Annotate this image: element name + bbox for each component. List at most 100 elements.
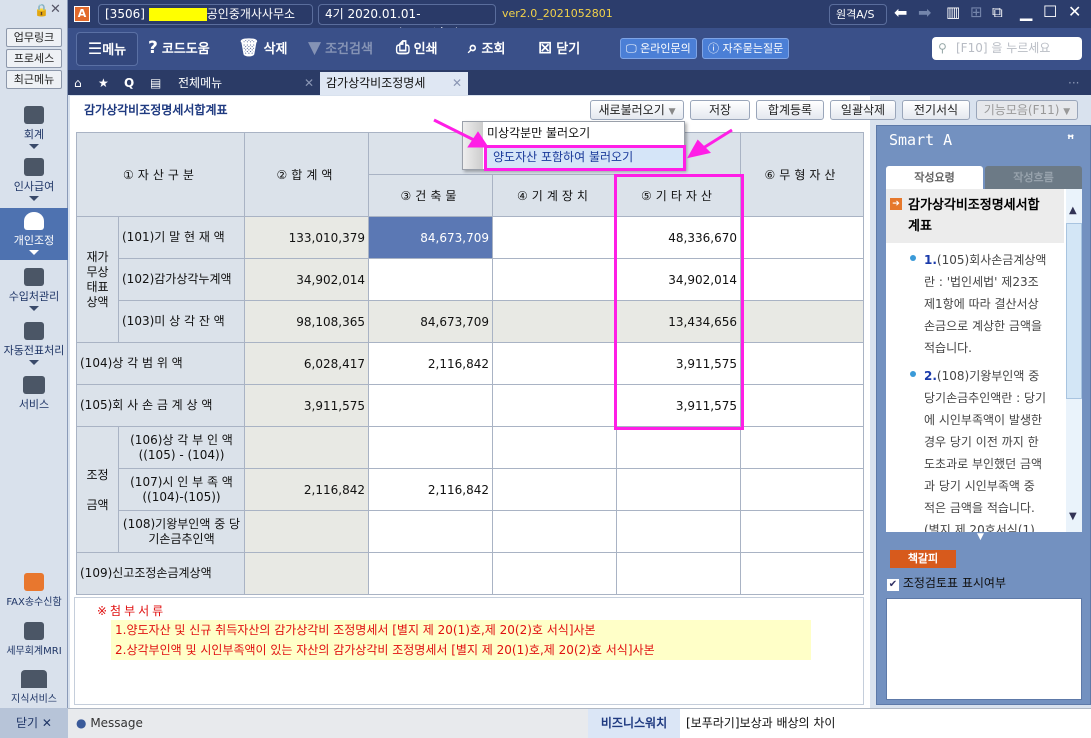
minimize-icon[interactable]: ▁	[1020, 2, 1032, 21]
cell-building[interactable]	[368, 384, 493, 427]
functions-dropdown[interactable]: 기능모음(F11) ▼	[976, 100, 1078, 120]
sidebar-item-accounting[interactable]: 회계	[0, 104, 68, 154]
sidebar-item-service[interactable]: 서비스	[0, 376, 68, 416]
cell-intangible[interactable]	[740, 258, 864, 301]
sidebar-item-auto-voucher[interactable]: 자동전표처리	[0, 318, 68, 368]
cell-other[interactable]	[616, 426, 741, 469]
scroll-up-icon[interactable]: ▲	[1069, 205, 1077, 216]
review-checkbox[interactable]: ✔ 조정검토표 표시여부	[887, 574, 1006, 591]
star-icon[interactable]: ★	[98, 72, 109, 95]
remote-as-button[interactable]: 원격A/S	[829, 4, 887, 25]
cell-total[interactable]: 133,010,379	[244, 216, 369, 259]
cell-machinery[interactable]	[492, 300, 617, 343]
period-selector[interactable]: 4기 2020.01.01-2020.12.31 (2020년도)	[318, 4, 496, 40]
tab-flow[interactable]: 작성흐름	[985, 166, 1082, 189]
cell-total[interactable]: 34,902,014	[244, 258, 369, 301]
company-selector[interactable]: [3506] 공인중개사사무소	[98, 4, 313, 25]
sidebar-item-client-management[interactable]: 수입처관리	[0, 264, 68, 314]
cell-building[interactable]	[368, 552, 493, 595]
sidebar-item-knowledge[interactable]: 지식서비스	[0, 670, 68, 705]
delete-button[interactable]: 🗑 삭제	[238, 38, 288, 60]
e-form-button[interactable]: 전기서식	[902, 100, 970, 120]
cell-machinery[interactable]	[492, 510, 617, 553]
cell-machinery[interactable]	[492, 426, 617, 469]
filter-search-button[interactable]: ▼ 조건검색	[308, 38, 373, 60]
back-arrow-icon[interactable]: ⬅	[894, 3, 907, 22]
faq-button[interactable]: ⓘ 자주묻는질문	[702, 38, 790, 59]
close-icon[interactable]: ✕	[50, 2, 61, 17]
cell-building[interactable]	[368, 258, 493, 301]
home-icon[interactable]: ⌂	[74, 72, 82, 95]
scroll-down-icon[interactable]: ▼	[1069, 511, 1077, 522]
scrollbar[interactable]: ▲ ▼	[1066, 189, 1082, 532]
forward-arrow-icon[interactable]: ➡	[918, 3, 931, 22]
cell-machinery[interactable]	[492, 342, 617, 385]
register-total-button[interactable]: 합계등록	[756, 100, 824, 120]
cell-building[interactable]: 84,673,709	[368, 216, 493, 259]
cell-building[interactable]: 84,673,709	[368, 300, 493, 343]
cell-building[interactable]	[368, 426, 493, 469]
cell-building[interactable]	[368, 510, 493, 553]
search-q-icon[interactable]: Q	[124, 72, 134, 95]
sidebar-item-tax-mri[interactable]: 세무회계MRI	[0, 622, 68, 657]
code-help-button[interactable]: ? 코드도움	[148, 38, 210, 60]
close-tab-icon[interactable]: ✕	[304, 72, 314, 95]
maximize-icon[interactable]: ☐	[1043, 2, 1057, 21]
lock-icon[interactable]: 🔒	[34, 3, 49, 17]
cell-intangible[interactable]	[740, 384, 864, 427]
close-button[interactable]: ⊠ 닫기	[538, 38, 580, 60]
menu-button[interactable]: ☰메뉴	[76, 32, 138, 66]
cell-intangible[interactable]	[740, 426, 864, 469]
tab-all-menu[interactable]: 전체메뉴 ✕	[172, 72, 320, 95]
window-cascade-icon[interactable]: ⧉	[992, 3, 1003, 21]
cell-intangible[interactable]	[740, 552, 864, 595]
pin-icon[interactable]: ꟸ	[1067, 132, 1074, 146]
more-tabs-icon[interactable]: ···	[1068, 72, 1079, 95]
cell-total[interactable]	[244, 426, 369, 469]
cell-intangible[interactable]	[740, 216, 864, 259]
delete-all-button[interactable]: 일괄삭제	[830, 100, 896, 120]
grid-icon[interactable]: ⊞	[970, 3, 983, 21]
cell-total[interactable]: 98,108,365	[244, 300, 369, 343]
sidebar-item-payroll[interactable]: 인사급여	[0, 156, 68, 206]
tab-guide[interactable]: 작성요령	[886, 166, 983, 189]
online-inquiry-button[interactable]: 🖵 온라인문의	[620, 38, 697, 59]
cell-total[interactable]: 6,028,417	[244, 342, 369, 385]
cell-other[interactable]	[616, 468, 741, 511]
sidebar-item-fax[interactable]: FAX송수신함	[0, 573, 68, 608]
work-link-button[interactable]: 업무링크	[6, 28, 62, 47]
menu-search-input[interactable]: ⚲ [F10] 을 누르세요	[932, 37, 1082, 60]
cell-intangible[interactable]	[740, 510, 864, 553]
message-button[interactable]: ● Message	[68, 709, 152, 738]
sidebar-item-personal-adjustment[interactable]: 개인조정	[0, 208, 68, 260]
close-tab-icon[interactable]: ✕	[452, 72, 462, 95]
news-ticker[interactable]: [보푸라기]보상과 배상의 차이	[680, 709, 1091, 738]
cell-building[interactable]: 2,116,842	[368, 468, 493, 511]
calendar-icon[interactable]: ▤	[150, 72, 161, 95]
cell-machinery[interactable]	[492, 384, 617, 427]
close-window-icon[interactable]: ✕	[1068, 2, 1081, 21]
cell-other[interactable]	[616, 510, 741, 553]
lookup-button[interactable]: ⌕ 조회	[468, 38, 505, 60]
cell-intangible[interactable]	[740, 468, 864, 511]
print-button[interactable]: ⎙ 인쇄	[396, 38, 438, 60]
cell-intangible[interactable]	[740, 300, 864, 343]
cell-total[interactable]: 2,116,842	[244, 468, 369, 511]
cell-intangible[interactable]	[740, 342, 864, 385]
process-button[interactable]: 프로세스	[6, 49, 62, 68]
tab-depreciation[interactable]: 감가상각비조정명세 ✕	[320, 72, 468, 95]
cell-machinery[interactable]	[492, 258, 617, 301]
cell-total[interactable]: 3,911,575	[244, 384, 369, 427]
recent-menu-button[interactable]: 최근메뉴	[6, 70, 62, 89]
cell-machinery[interactable]	[492, 216, 617, 259]
cell-machinery[interactable]	[492, 468, 617, 511]
book-icon[interactable]: ▥	[946, 3, 960, 21]
memo-area[interactable]	[886, 598, 1082, 700]
cell-total[interactable]	[244, 510, 369, 553]
cell-machinery[interactable]	[492, 552, 617, 595]
expand-down-icon[interactable]: ▼	[977, 532, 984, 542]
cell-building[interactable]: 2,116,842	[368, 342, 493, 385]
cell-other[interactable]	[616, 552, 741, 595]
sidebar-close-button[interactable]: 닫기 ✕	[0, 708, 68, 738]
cell-total[interactable]	[244, 552, 369, 595]
